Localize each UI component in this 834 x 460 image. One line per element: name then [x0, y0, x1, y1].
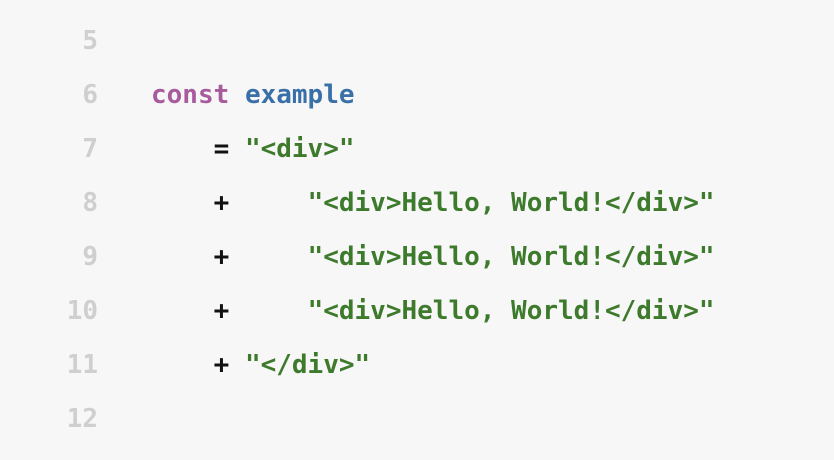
- line-content: const example: [151, 68, 355, 122]
- line-content: + "<div>Hello, World!</div>": [151, 176, 715, 230]
- code-line[interactable]: 5: [0, 14, 834, 68]
- line-content: = "<div>": [151, 122, 355, 176]
- line-number: 7: [82, 134, 98, 164]
- code-line[interactable]: 7 = "<div>": [0, 122, 834, 176]
- code-line[interactable]: 12: [0, 392, 834, 446]
- code-line[interactable]: 8 + "<div>Hello, World!</div>": [0, 176, 834, 230]
- line-number: 9: [82, 242, 98, 272]
- line-number: 8: [82, 188, 98, 218]
- operator-token: +: [213, 296, 230, 326]
- line-number: 6: [82, 80, 98, 110]
- string-literal-token: "</div>": [244, 350, 371, 380]
- string-literal-token: "<div>Hello, World!</div>": [307, 188, 715, 218]
- operator-token: +: [213, 350, 230, 380]
- code-line[interactable]: 10 + "<div>Hello, World!</div>": [0, 284, 834, 338]
- code-line[interactable]: 9 + "<div>Hello, World!</div>": [0, 230, 834, 284]
- code-line[interactable]: 6 const example: [0, 68, 834, 122]
- line-content: + "<div>Hello, World!</div>": [151, 230, 715, 284]
- string-literal-token: "<div>Hello, World!</div>": [307, 242, 715, 272]
- keyword-token: const: [151, 80, 230, 110]
- line-number: 11: [66, 350, 98, 380]
- operator-token: +: [213, 242, 230, 272]
- line-number: 12: [66, 404, 98, 434]
- code-editor[interactable]: 5 6 const example 7 = "<div>" 8 + "<div>Hell…: [0, 0, 834, 460]
- string-literal-token: "<div>": [244, 134, 355, 164]
- string-literal-token: "<div>Hello, World!</div>": [307, 296, 715, 326]
- line-number: 10: [66, 296, 98, 326]
- operator-token: +: [213, 188, 230, 218]
- line-content: + "<div>Hello, World!</div>": [151, 284, 715, 338]
- identifier-token: example: [244, 80, 355, 110]
- operator-token: =: [213, 134, 230, 164]
- line-number: 5: [82, 26, 98, 56]
- line-content: + "</div>": [151, 338, 371, 392]
- code-line[interactable]: 11 + "</div>": [0, 338, 834, 392]
